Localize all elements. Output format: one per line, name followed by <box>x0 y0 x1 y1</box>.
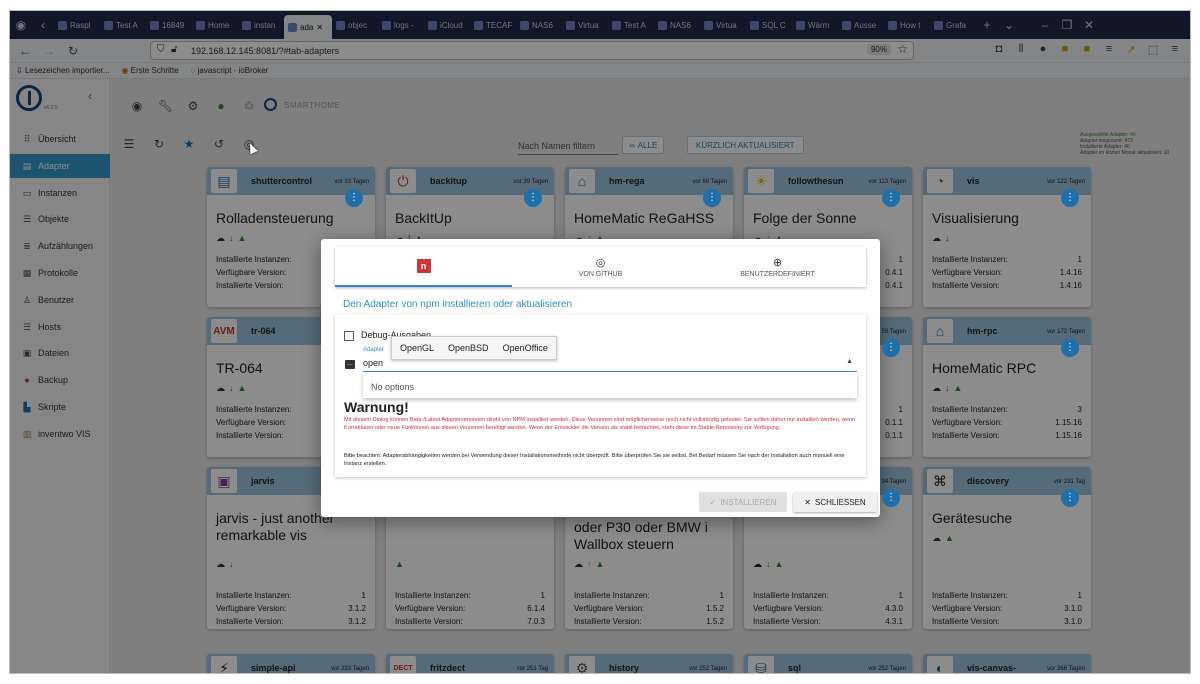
card-menu-button[interactable]: ⋮ <box>1061 339 1079 357</box>
note-text: Bitte beachten: Adapterabhängigkeiten we… <box>344 453 845 468</box>
adapter-field-label: Adapter <box>363 347 385 353</box>
install-dialog: n ◎ VON GITHUB ⊕ BENUTZERDEFINIERT Den Ada… <box>321 239 880 517</box>
dropdown-arrow-icon[interactable]: ▲ <box>846 358 853 365</box>
card-menu-button[interactable]: ⋮ <box>1061 189 1079 207</box>
github-icon: ◎ <box>595 257 606 269</box>
warning-text: Mit diesem Dialog können Beta-/Latest Ad… <box>344 417 856 432</box>
tab-custom[interactable]: ⊕ BENUTZERDEFINIERT <box>689 247 866 287</box>
dialog-heading: Den Adapter von npm installieren oder ak… <box>343 299 573 310</box>
suggestion-item[interactable]: OpenGL <box>400 343 434 353</box>
npm-icon: n <box>416 259 431 273</box>
close-icon: ✕ <box>804 497 811 507</box>
card-menu-button[interactable]: ⋮ <box>882 339 900 357</box>
card-menu-button[interactable]: ⋮ <box>345 189 363 207</box>
comment-icon: … <box>345 360 355 369</box>
card-menu-button[interactable]: ⋮ <box>703 189 721 207</box>
card-menu-button[interactable]: ⋮ <box>882 489 900 507</box>
suggestion-item[interactable]: OpenBSD <box>448 343 489 353</box>
debug-checkbox[interactable] <box>344 331 354 341</box>
check-icon: ✓ <box>709 497 717 507</box>
card-menu-button[interactable]: ⋮ <box>882 189 900 207</box>
browser-window: ◉ ‹ Raspl Test A 16849 Home instan ada ✕ … <box>9 10 1191 674</box>
autocomplete-no-options: No options <box>363 372 857 398</box>
dialog-tabs: n ◎ VON GITHUB ⊕ BENUTZERDEFINIERT <box>335 247 866 287</box>
close-button[interactable]: ✕ SCHLIESSEN <box>793 492 877 512</box>
tab-github[interactable]: ◎ VON GITHUB <box>512 247 689 287</box>
dialog-body: Debug-Ausgaben Adapter … open ▲ No optio… <box>335 314 866 477</box>
tab-npm[interactable]: n <box>335 247 512 287</box>
spelling-suggestions: OpenGL OpenBSD OpenOffice <box>391 336 557 360</box>
card-menu-button[interactable]: ⋮ <box>524 189 542 207</box>
suggestion-item[interactable]: OpenOffice <box>503 343 548 353</box>
globe-icon: ⊕ <box>772 257 783 269</box>
install-button[interactable]: ✓ INSTALLIEREN <box>699 492 787 512</box>
card-menu-button[interactable]: ⋮ <box>1061 489 1079 507</box>
warning-title: Warnung! <box>344 399 409 415</box>
